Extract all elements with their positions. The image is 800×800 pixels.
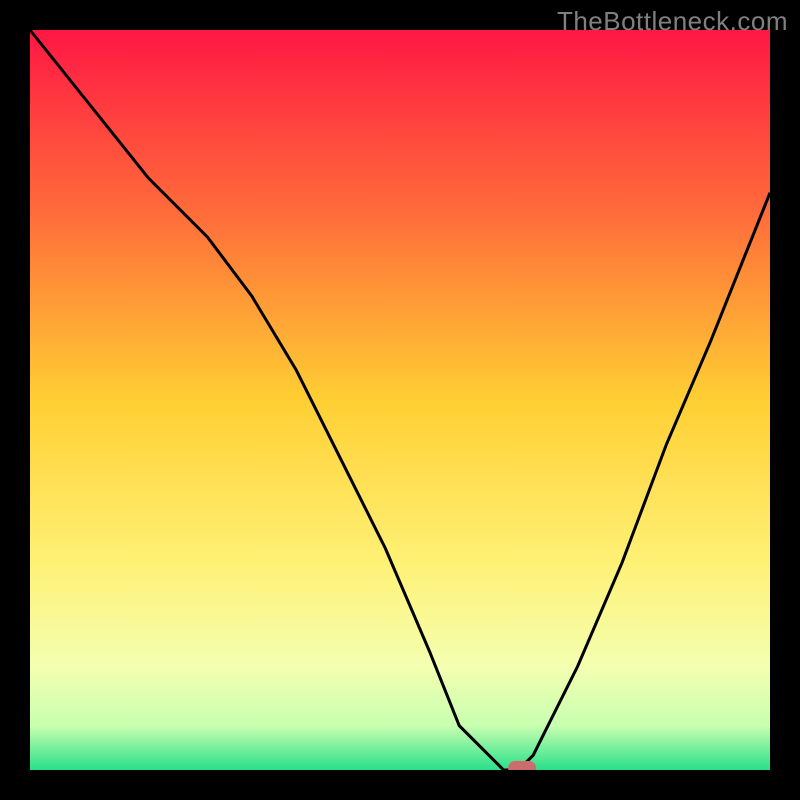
plot-area <box>30 30 770 770</box>
chart-svg <box>30 30 770 770</box>
gradient-background <box>30 30 770 770</box>
watermark-text: TheBottleneck.com <box>557 6 788 37</box>
chart-container: TheBottleneck.com <box>0 0 800 800</box>
optimal-marker <box>508 761 536 770</box>
